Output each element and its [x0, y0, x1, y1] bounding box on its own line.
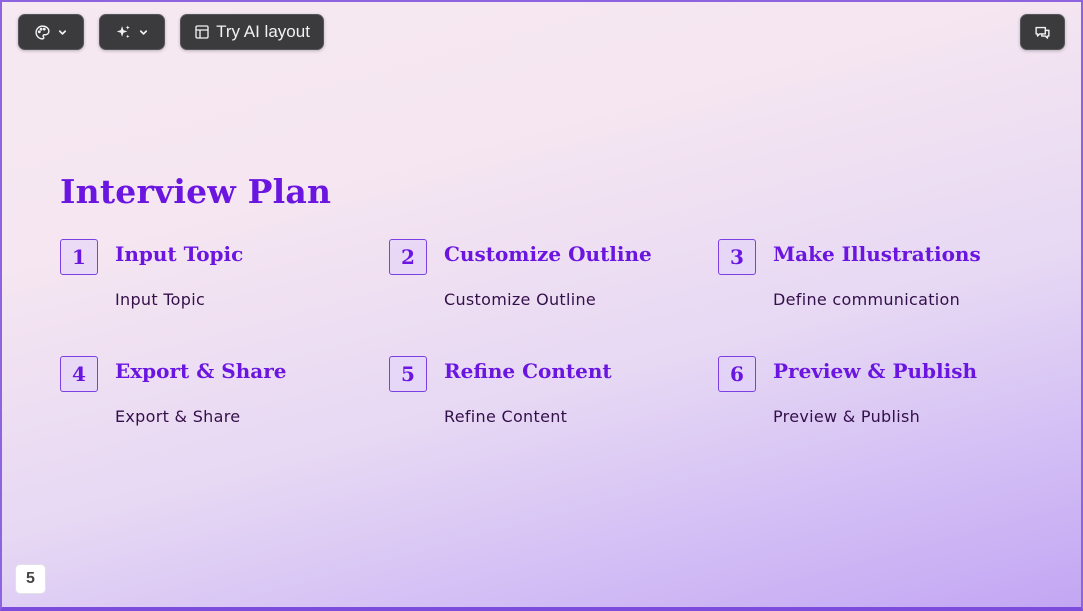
step-item[interactable]: 1 Input Topic Input Topic — [60, 239, 370, 319]
palette-icon — [34, 24, 51, 41]
try-ai-layout-button[interactable]: Try AI layout — [180, 14, 324, 50]
comments-button[interactable] — [1020, 14, 1065, 50]
ai-menu-button[interactable] — [99, 14, 165, 50]
chevron-down-icon — [138, 27, 149, 38]
step-title: Customize Outline — [444, 242, 652, 266]
sparkles-icon — [115, 24, 132, 41]
chevron-down-icon — [57, 27, 68, 38]
step-title: Preview & Publish — [773, 359, 978, 383]
step-item[interactable]: 2 Customize Outline Customize Outline — [389, 239, 699, 319]
step-item[interactable]: 4 Export & Share Export & Share — [60, 356, 370, 436]
step-description: Define communication — [773, 290, 961, 309]
step-description: Preview & Publish — [773, 407, 921, 426]
step-description: Customize Outline — [444, 290, 597, 309]
step-number-badge: 3 — [718, 239, 756, 275]
step-item[interactable]: 5 Refine Content Refine Content — [389, 356, 699, 436]
try-ai-layout-label: Try AI layout — [216, 22, 310, 41]
step-description: Input Topic — [115, 290, 206, 309]
step-number-badge: 4 — [60, 356, 98, 392]
step-number-badge: 6 — [718, 356, 756, 392]
step-number-badge: 1 — [60, 239, 98, 275]
theme-menu-button[interactable] — [18, 14, 84, 50]
step-title: Make Illustrations — [773, 242, 981, 266]
step-item[interactable]: 3 Make Illustrations Define communicatio… — [718, 239, 1028, 319]
layout-icon — [194, 24, 210, 40]
step-number-badge: 2 — [389, 239, 427, 275]
step-title: Export & Share — [115, 359, 287, 383]
slide-canvas: Try AI layout Interview Plan 1 Input Top… — [0, 0, 1083, 611]
step-title: Refine Content — [444, 359, 612, 383]
step-item[interactable]: 6 Preview & Publish Preview & Publish — [718, 356, 1028, 436]
step-title: Input Topic — [115, 242, 244, 266]
page-number-badge: 5 — [15, 564, 46, 594]
step-description: Refine Content — [444, 407, 568, 426]
chat-icon — [1034, 24, 1051, 41]
step-number-badge: 5 — [389, 356, 427, 392]
slide-title[interactable]: Interview Plan — [60, 172, 331, 211]
step-description: Export & Share — [115, 407, 241, 426]
